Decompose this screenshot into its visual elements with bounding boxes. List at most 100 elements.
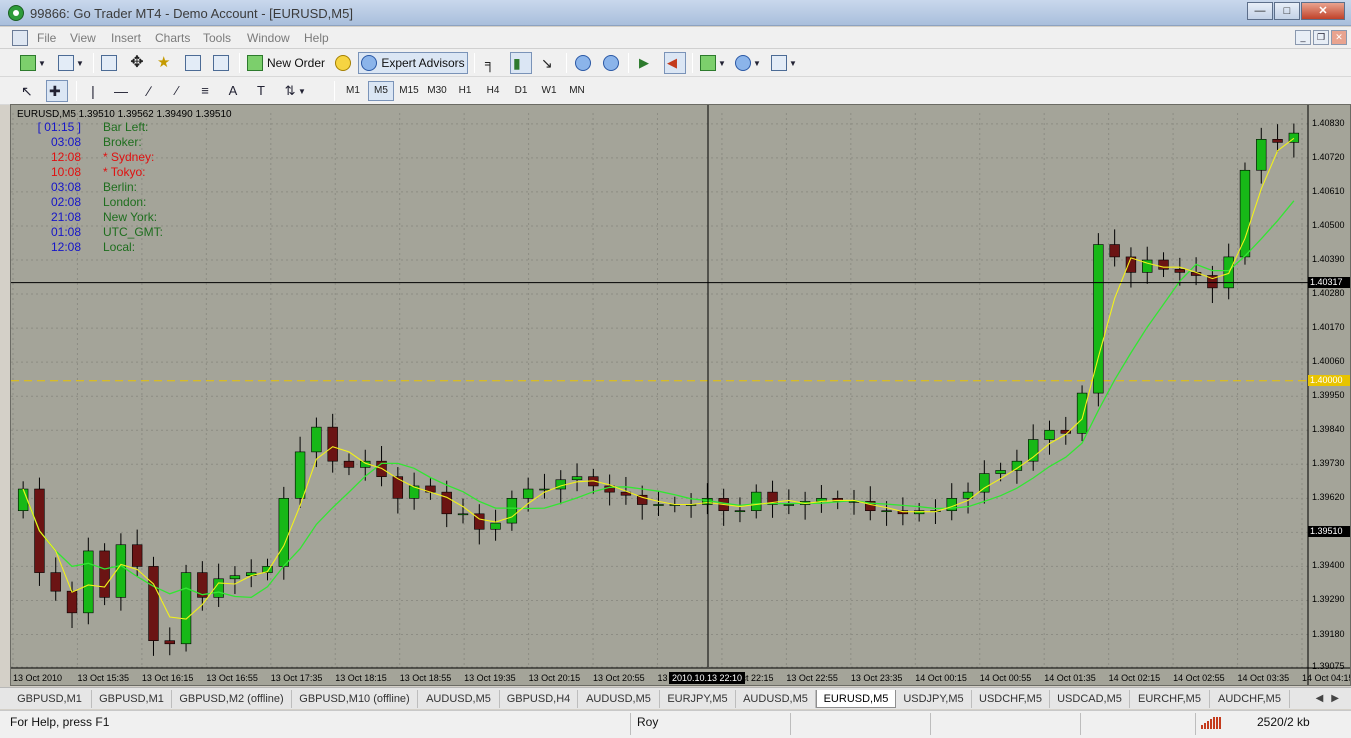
time-axis-label: 13 Oct 17:35 bbox=[270, 673, 323, 683]
timeframe-m1[interactable]: M1 bbox=[340, 81, 366, 101]
chart-tab[interactable]: AUDUSD,M5 bbox=[418, 690, 500, 708]
time-axis-label: 13 Oct 22:55 bbox=[786, 673, 838, 683]
zoom-in-button[interactable] bbox=[572, 52, 594, 74]
data-window-button[interactable]: ✥ bbox=[126, 52, 148, 74]
clock-label: Berlin: bbox=[103, 180, 138, 194]
menu-window[interactable]: Window bbox=[247, 31, 290, 45]
menu-help[interactable]: Help bbox=[304, 31, 329, 45]
chart-tab[interactable]: EURCHF,M5 bbox=[1130, 690, 1210, 708]
auto-scroll-button[interactable]: ▶ bbox=[636, 52, 658, 74]
candle-body bbox=[50, 572, 61, 592]
chart-tab[interactable]: USDCAD,M5 bbox=[1050, 690, 1130, 708]
chart-tab[interactable]: AUDUSD,M5 bbox=[736, 690, 816, 708]
profiles-button[interactable]: ▼ bbox=[54, 52, 88, 74]
timeframe-h4[interactable]: H4 bbox=[480, 81, 506, 101]
chart-tab[interactable]: EURJPY,M5 bbox=[660, 690, 736, 708]
equidistant-channel-button[interactable]: ⁄ bbox=[166, 80, 188, 102]
trendline-button[interactable]: ∕ bbox=[138, 80, 160, 102]
warning-icon bbox=[335, 55, 351, 71]
child-close-button[interactable]: ✕ bbox=[1331, 30, 1347, 45]
indicators-button[interactable]: ▼ bbox=[698, 52, 728, 74]
chart-tab[interactable]: USDJPY,M5 bbox=[896, 690, 972, 708]
line-chart-button[interactable]: ↘ bbox=[538, 52, 560, 74]
line-chart-icon: ↘ bbox=[541, 55, 553, 71]
new-order-button[interactable]: New Order bbox=[244, 52, 328, 74]
price-chart[interactable]: EURUSD,M5 1.39510 1.39562 1.39490 1.3951… bbox=[10, 104, 1351, 686]
chart-tab[interactable]: GBPUSD,M1 bbox=[8, 690, 92, 708]
trendline-icon: ∕ bbox=[147, 83, 151, 99]
tab-scroll-arrows-icon[interactable]: ◀▶ bbox=[1316, 693, 1347, 704]
candlestick-icon: ▮ bbox=[513, 55, 521, 71]
candle-body bbox=[343, 460, 355, 468]
expert-advisors-button[interactable]: Expert Advisors bbox=[358, 52, 468, 74]
timeframe-w1[interactable]: W1 bbox=[536, 81, 562, 101]
time-axis-label: 13 Oct 16:15 bbox=[141, 673, 194, 683]
market-watch-button[interactable] bbox=[98, 52, 120, 74]
cursor-button[interactable]: ↖ bbox=[18, 80, 40, 102]
candle-body bbox=[1109, 244, 1120, 258]
chart-tab[interactable]: GBPUSD,M10 (offline) bbox=[292, 690, 418, 708]
chart-tab[interactable]: GBPUSD,M1 bbox=[92, 690, 172, 708]
zoom-out-button[interactable] bbox=[600, 52, 622, 74]
bar-chart-button[interactable]: ╕ bbox=[482, 52, 504, 74]
price-axis-label: 1.40280 bbox=[1312, 288, 1345, 299]
terminal-button[interactable] bbox=[182, 52, 204, 74]
templates-button[interactable]: ▼ bbox=[768, 52, 800, 74]
chart-tab-active[interactable]: EURUSD,M5 bbox=[816, 690, 896, 708]
candle-body bbox=[17, 488, 29, 512]
maximize-button[interactable]: □ bbox=[1274, 2, 1300, 20]
candle-body bbox=[66, 590, 78, 614]
star-folder-icon: ★ bbox=[157, 54, 171, 71]
price-axis-label: 1.39400 bbox=[1312, 560, 1345, 571]
chart-tab[interactable]: GBPUSD,H4 bbox=[500, 690, 578, 708]
navigator-button[interactable]: ★ bbox=[154, 52, 176, 74]
timeframe-d1[interactable]: D1 bbox=[508, 81, 534, 101]
chart-window-icon[interactable] bbox=[12, 30, 28, 46]
profile-name: Roy bbox=[637, 715, 659, 729]
clock-time: 10:08 bbox=[50, 165, 81, 179]
price-axis-label: 1.39620 bbox=[1312, 492, 1345, 503]
candle-body bbox=[979, 473, 990, 493]
candle-body bbox=[229, 575, 241, 580]
timeframe-m5[interactable]: M5 bbox=[368, 81, 394, 101]
chart-tab[interactable]: USDCHF,M5 bbox=[972, 690, 1050, 708]
chart-tab[interactable]: AUDUSD,M5 bbox=[578, 690, 660, 708]
close-button[interactable]: ✕ bbox=[1301, 2, 1345, 20]
timeframe-m30[interactable]: M30 bbox=[424, 81, 450, 101]
candle-body bbox=[180, 572, 192, 645]
arrows-button[interactable]: ⇅ ▼ bbox=[278, 80, 310, 102]
chart-tab[interactable]: GBPUSD,M2 (offline) bbox=[172, 690, 292, 708]
menu-tools[interactable]: Tools bbox=[203, 31, 231, 45]
timeframe-h1[interactable]: H1 bbox=[452, 81, 478, 101]
menu-view[interactable]: View bbox=[70, 31, 96, 45]
zoom-out-icon bbox=[603, 55, 619, 71]
candle-body bbox=[946, 498, 957, 512]
menu-file[interactable]: File bbox=[37, 31, 56, 45]
clock-label: * Tokyo: bbox=[103, 165, 146, 179]
clock-time: [ 01:15 ] bbox=[37, 120, 81, 134]
text-button[interactable]: A bbox=[222, 80, 244, 102]
chart-tab[interactable]: AUDCHF,M5 bbox=[1210, 690, 1290, 708]
child-restore-button[interactable]: ❐ bbox=[1313, 30, 1329, 45]
timeframe-m15[interactable]: M15 bbox=[396, 81, 422, 101]
minimize-button[interactable]: — bbox=[1247, 2, 1273, 20]
crosshair-button[interactable]: ✚ bbox=[46, 80, 68, 102]
vertical-line-button[interactable]: | bbox=[82, 80, 104, 102]
menu-insert[interactable]: Insert bbox=[111, 31, 141, 45]
candlestick-chart-button[interactable]: ▮ bbox=[510, 52, 532, 74]
price-axis-label: 1.39840 bbox=[1312, 424, 1345, 435]
timeframe-mn[interactable]: MN bbox=[564, 81, 590, 101]
metaeditor-button[interactable] bbox=[332, 52, 354, 74]
periods-button[interactable]: ▼ bbox=[733, 52, 763, 74]
horizontal-line-button[interactable]: — bbox=[110, 80, 132, 102]
menu-charts[interactable]: Charts bbox=[155, 31, 190, 45]
text-label-button[interactable]: T bbox=[250, 80, 272, 102]
price-axis-label: 1.39290 bbox=[1312, 594, 1345, 605]
child-minimize-button[interactable]: _ bbox=[1295, 30, 1311, 45]
fibonacci-button[interactable]: ≡ bbox=[194, 80, 216, 102]
new-chart-button[interactable]: ▼ bbox=[16, 52, 50, 74]
chart-canvas[interactable] bbox=[11, 105, 1351, 686]
strategy-tester-button[interactable] bbox=[210, 52, 232, 74]
candle-body bbox=[115, 544, 127, 598]
chart-shift-button[interactable]: ◀ bbox=[664, 52, 686, 74]
